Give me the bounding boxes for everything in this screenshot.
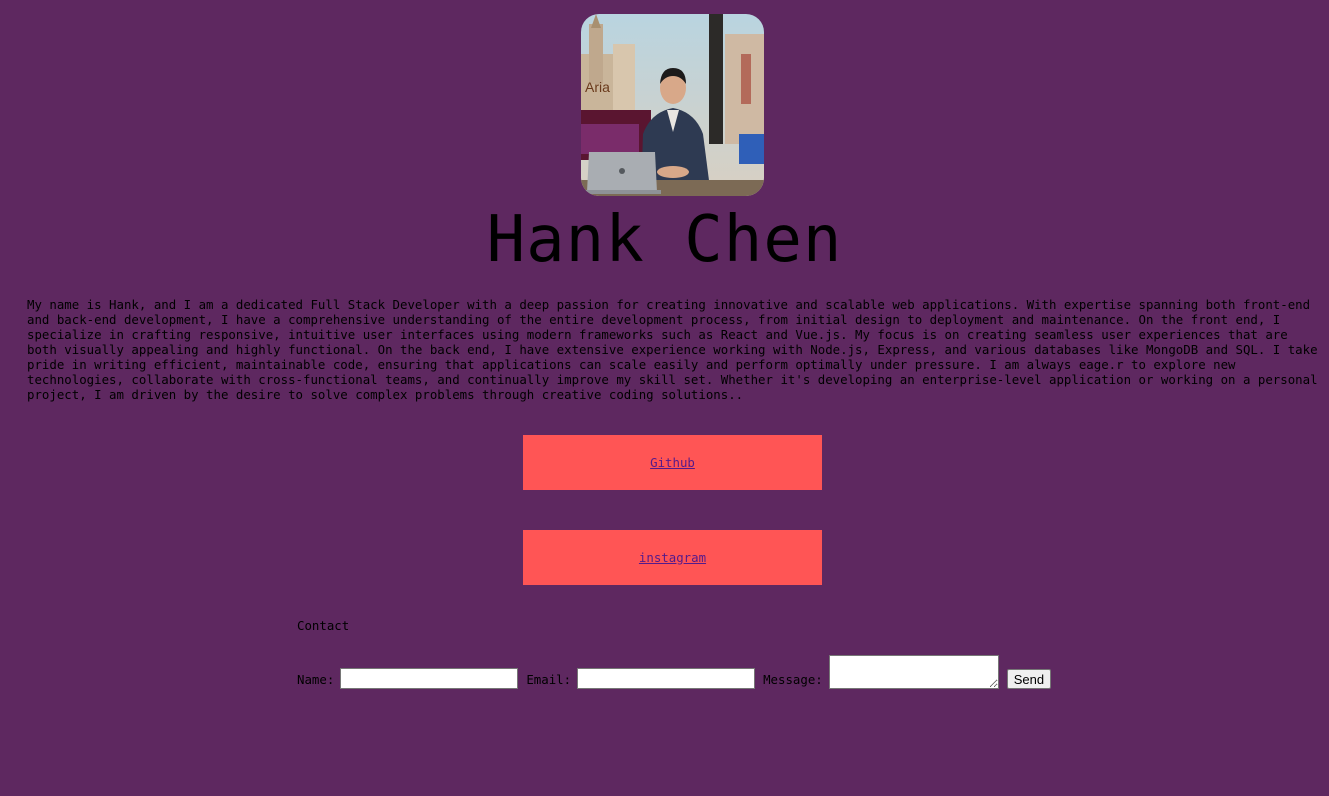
instagram-link[interactable]: instagram: [639, 550, 706, 565]
email-label: Email:: [526, 672, 572, 687]
instagram-link-box[interactable]: instagram: [523, 530, 822, 585]
send-button[interactable]: Send: [1006, 669, 1052, 689]
bio-text: My name is Hank, and I am a dedicated Fu…: [27, 297, 1318, 402]
email-field[interactable]: [577, 668, 756, 689]
github-link[interactable]: Github: [650, 455, 695, 470]
name-field[interactable]: [340, 668, 519, 689]
contact-form: Name: Email: Message: Send: [297, 645, 1052, 689]
contact-heading: Contact: [297, 618, 350, 633]
message-field[interactable]: [828, 655, 999, 689]
svg-text:Aria: Aria: [585, 79, 610, 95]
message-label: Message:: [763, 672, 823, 687]
profile-photo: Aria: [581, 14, 764, 196]
page: Aria Hank Chen My name is Hank, and I am…: [0, 0, 1329, 796]
github-link-box[interactable]: Github: [523, 435, 822, 490]
profile-photo-image: Aria: [581, 14, 764, 196]
name-label: Name:: [297, 672, 335, 687]
page-title: Hank Chen: [486, 203, 843, 277]
